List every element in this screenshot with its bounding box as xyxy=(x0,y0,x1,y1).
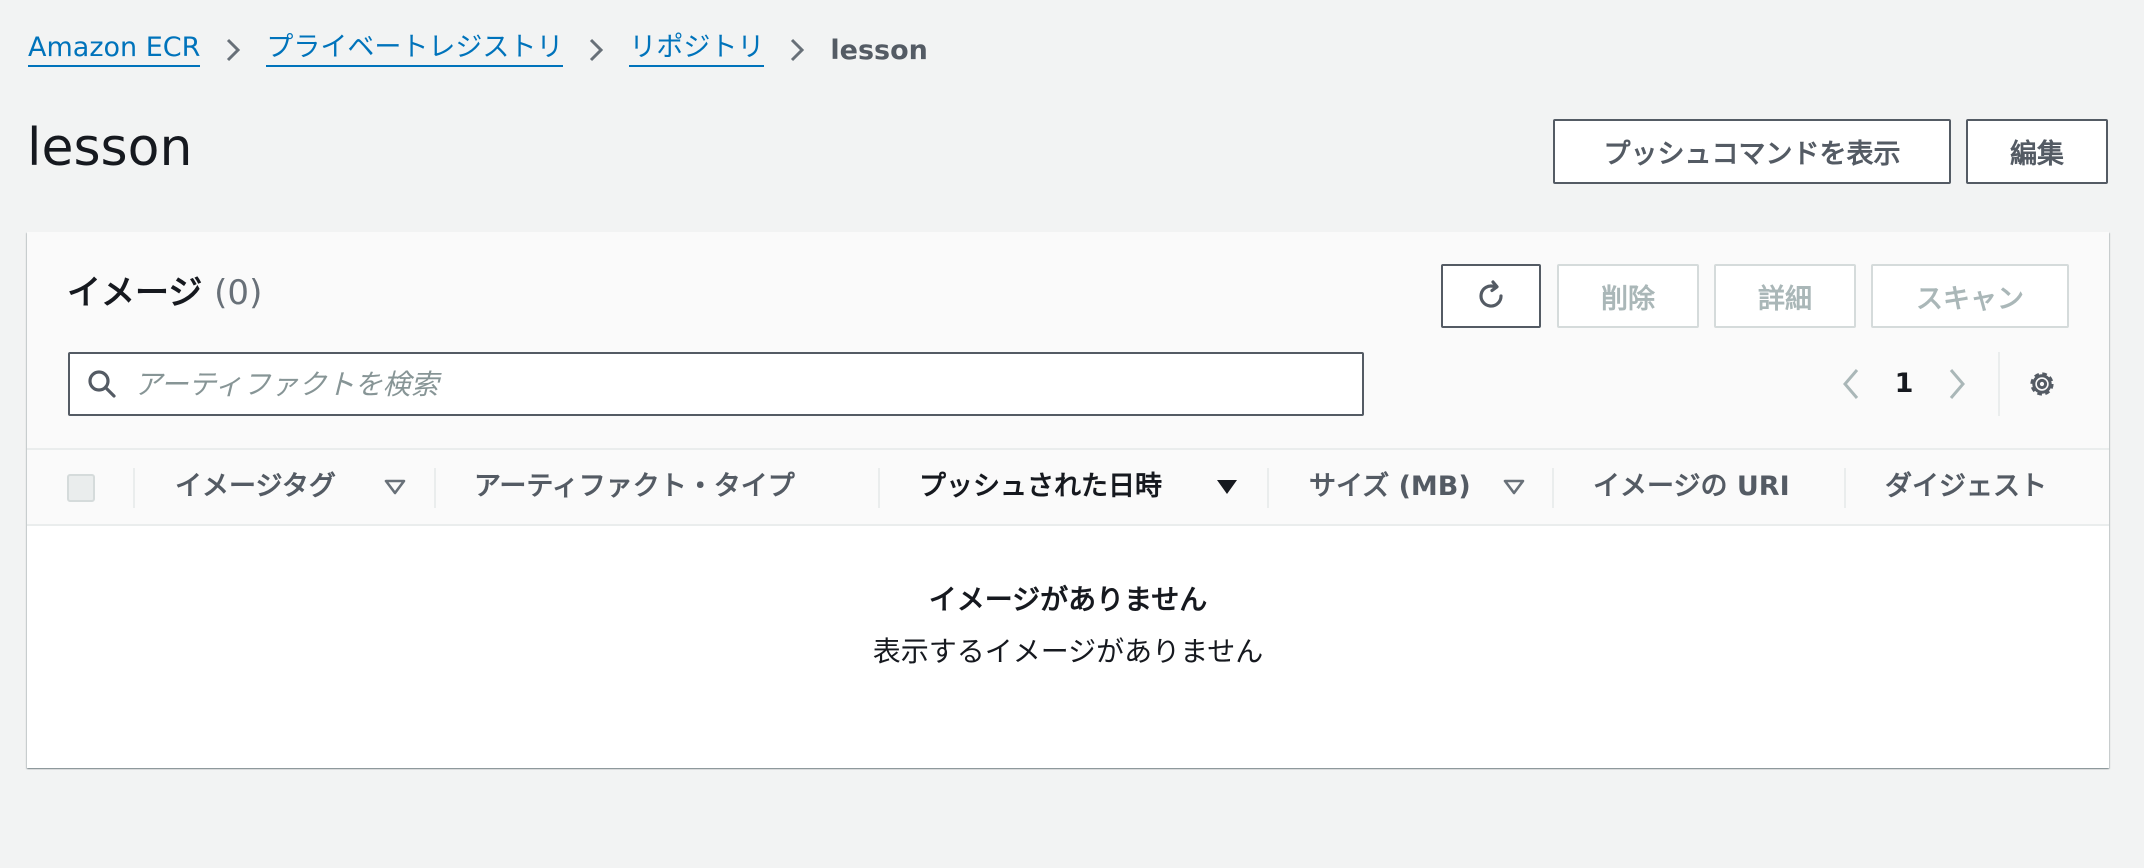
breadcrumb-link-repositories[interactable]: リポジトリ xyxy=(629,33,765,67)
column-header-image-uri[interactable]: イメージの URI xyxy=(1593,450,1790,524)
empty-state-description: 表示するイメージがありません xyxy=(872,635,1264,668)
sort-desc-icon[interactable] xyxy=(1216,450,1238,524)
current-page-number[interactable]: 1 xyxy=(1889,364,1919,404)
sort-icon[interactable] xyxy=(384,450,406,524)
view-push-commands-button[interactable]: プッシュコマンドを表示 xyxy=(1553,119,1951,184)
column-divider xyxy=(1844,468,1846,508)
images-count: (0) xyxy=(214,273,263,313)
refresh-button[interactable] xyxy=(1441,264,1541,328)
chevron-right-icon xyxy=(224,35,242,65)
images-panel-title: イメージ (0) xyxy=(67,269,262,317)
breadcrumb-link-private-registry[interactable]: プライベートレジストリ xyxy=(266,33,564,67)
previous-page-button[interactable] xyxy=(1835,364,1867,404)
refresh-icon xyxy=(1474,279,1508,313)
pager-divider xyxy=(1998,352,2000,416)
column-header-artifact-type[interactable]: アーティファクト・タイプ xyxy=(474,450,795,524)
column-header-pushed-at[interactable]: プッシュされた日時 xyxy=(919,450,1162,524)
column-divider xyxy=(1267,468,1269,508)
column-header-image-tag[interactable]: イメージタグ xyxy=(175,450,336,524)
images-panel-title-text: イメージ xyxy=(67,273,203,313)
column-divider xyxy=(1552,468,1554,508)
details-button[interactable]: 詳細 xyxy=(1714,264,1856,328)
search-icon xyxy=(86,368,118,400)
edit-button[interactable]: 編集 xyxy=(1966,119,2108,184)
artifact-search-input[interactable] xyxy=(132,366,1362,402)
column-divider xyxy=(878,468,880,508)
select-all-checkbox[interactable] xyxy=(67,474,95,502)
scan-button[interactable]: スキャン xyxy=(1871,264,2069,328)
chevron-right-icon xyxy=(788,35,806,65)
next-page-button[interactable] xyxy=(1941,364,1973,404)
delete-button[interactable]: 削除 xyxy=(1557,264,1699,328)
artifact-search xyxy=(68,352,1364,416)
images-panel-header: イメージ (0) 削除 詳細 スキャン アーティファクトを検索 1 xyxy=(27,232,2109,448)
breadcrumb-link-amazon-ecr[interactable]: Amazon ECR xyxy=(28,33,201,67)
page-title: lesson xyxy=(27,118,193,178)
chevron-left-icon xyxy=(1841,366,1861,402)
sort-icon[interactable] xyxy=(1503,450,1525,524)
breadcrumb: Amazon ECR プライベートレジストリ リポジトリ lesson xyxy=(28,30,928,70)
images-panel: イメージ (0) 削除 詳細 スキャン アーティファクトを検索 1 イメージタグ… xyxy=(27,232,2109,768)
column-divider xyxy=(133,468,135,508)
empty-state-title: イメージがありません xyxy=(928,583,1208,616)
chevron-right-icon xyxy=(1947,366,1967,402)
gear-icon xyxy=(2024,366,2060,402)
breadcrumb-current: lesson xyxy=(830,34,928,66)
column-header-size[interactable]: サイズ (MB) xyxy=(1309,450,1471,524)
preferences-button[interactable] xyxy=(2022,364,2062,404)
column-divider xyxy=(434,468,436,508)
images-table-header: イメージタグ アーティファクト・タイプ プッシュされた日時 サイズ (MB) イ… xyxy=(27,448,2109,526)
chevron-right-icon xyxy=(587,35,605,65)
column-header-digest[interactable]: ダイジェスト xyxy=(1885,450,2047,524)
